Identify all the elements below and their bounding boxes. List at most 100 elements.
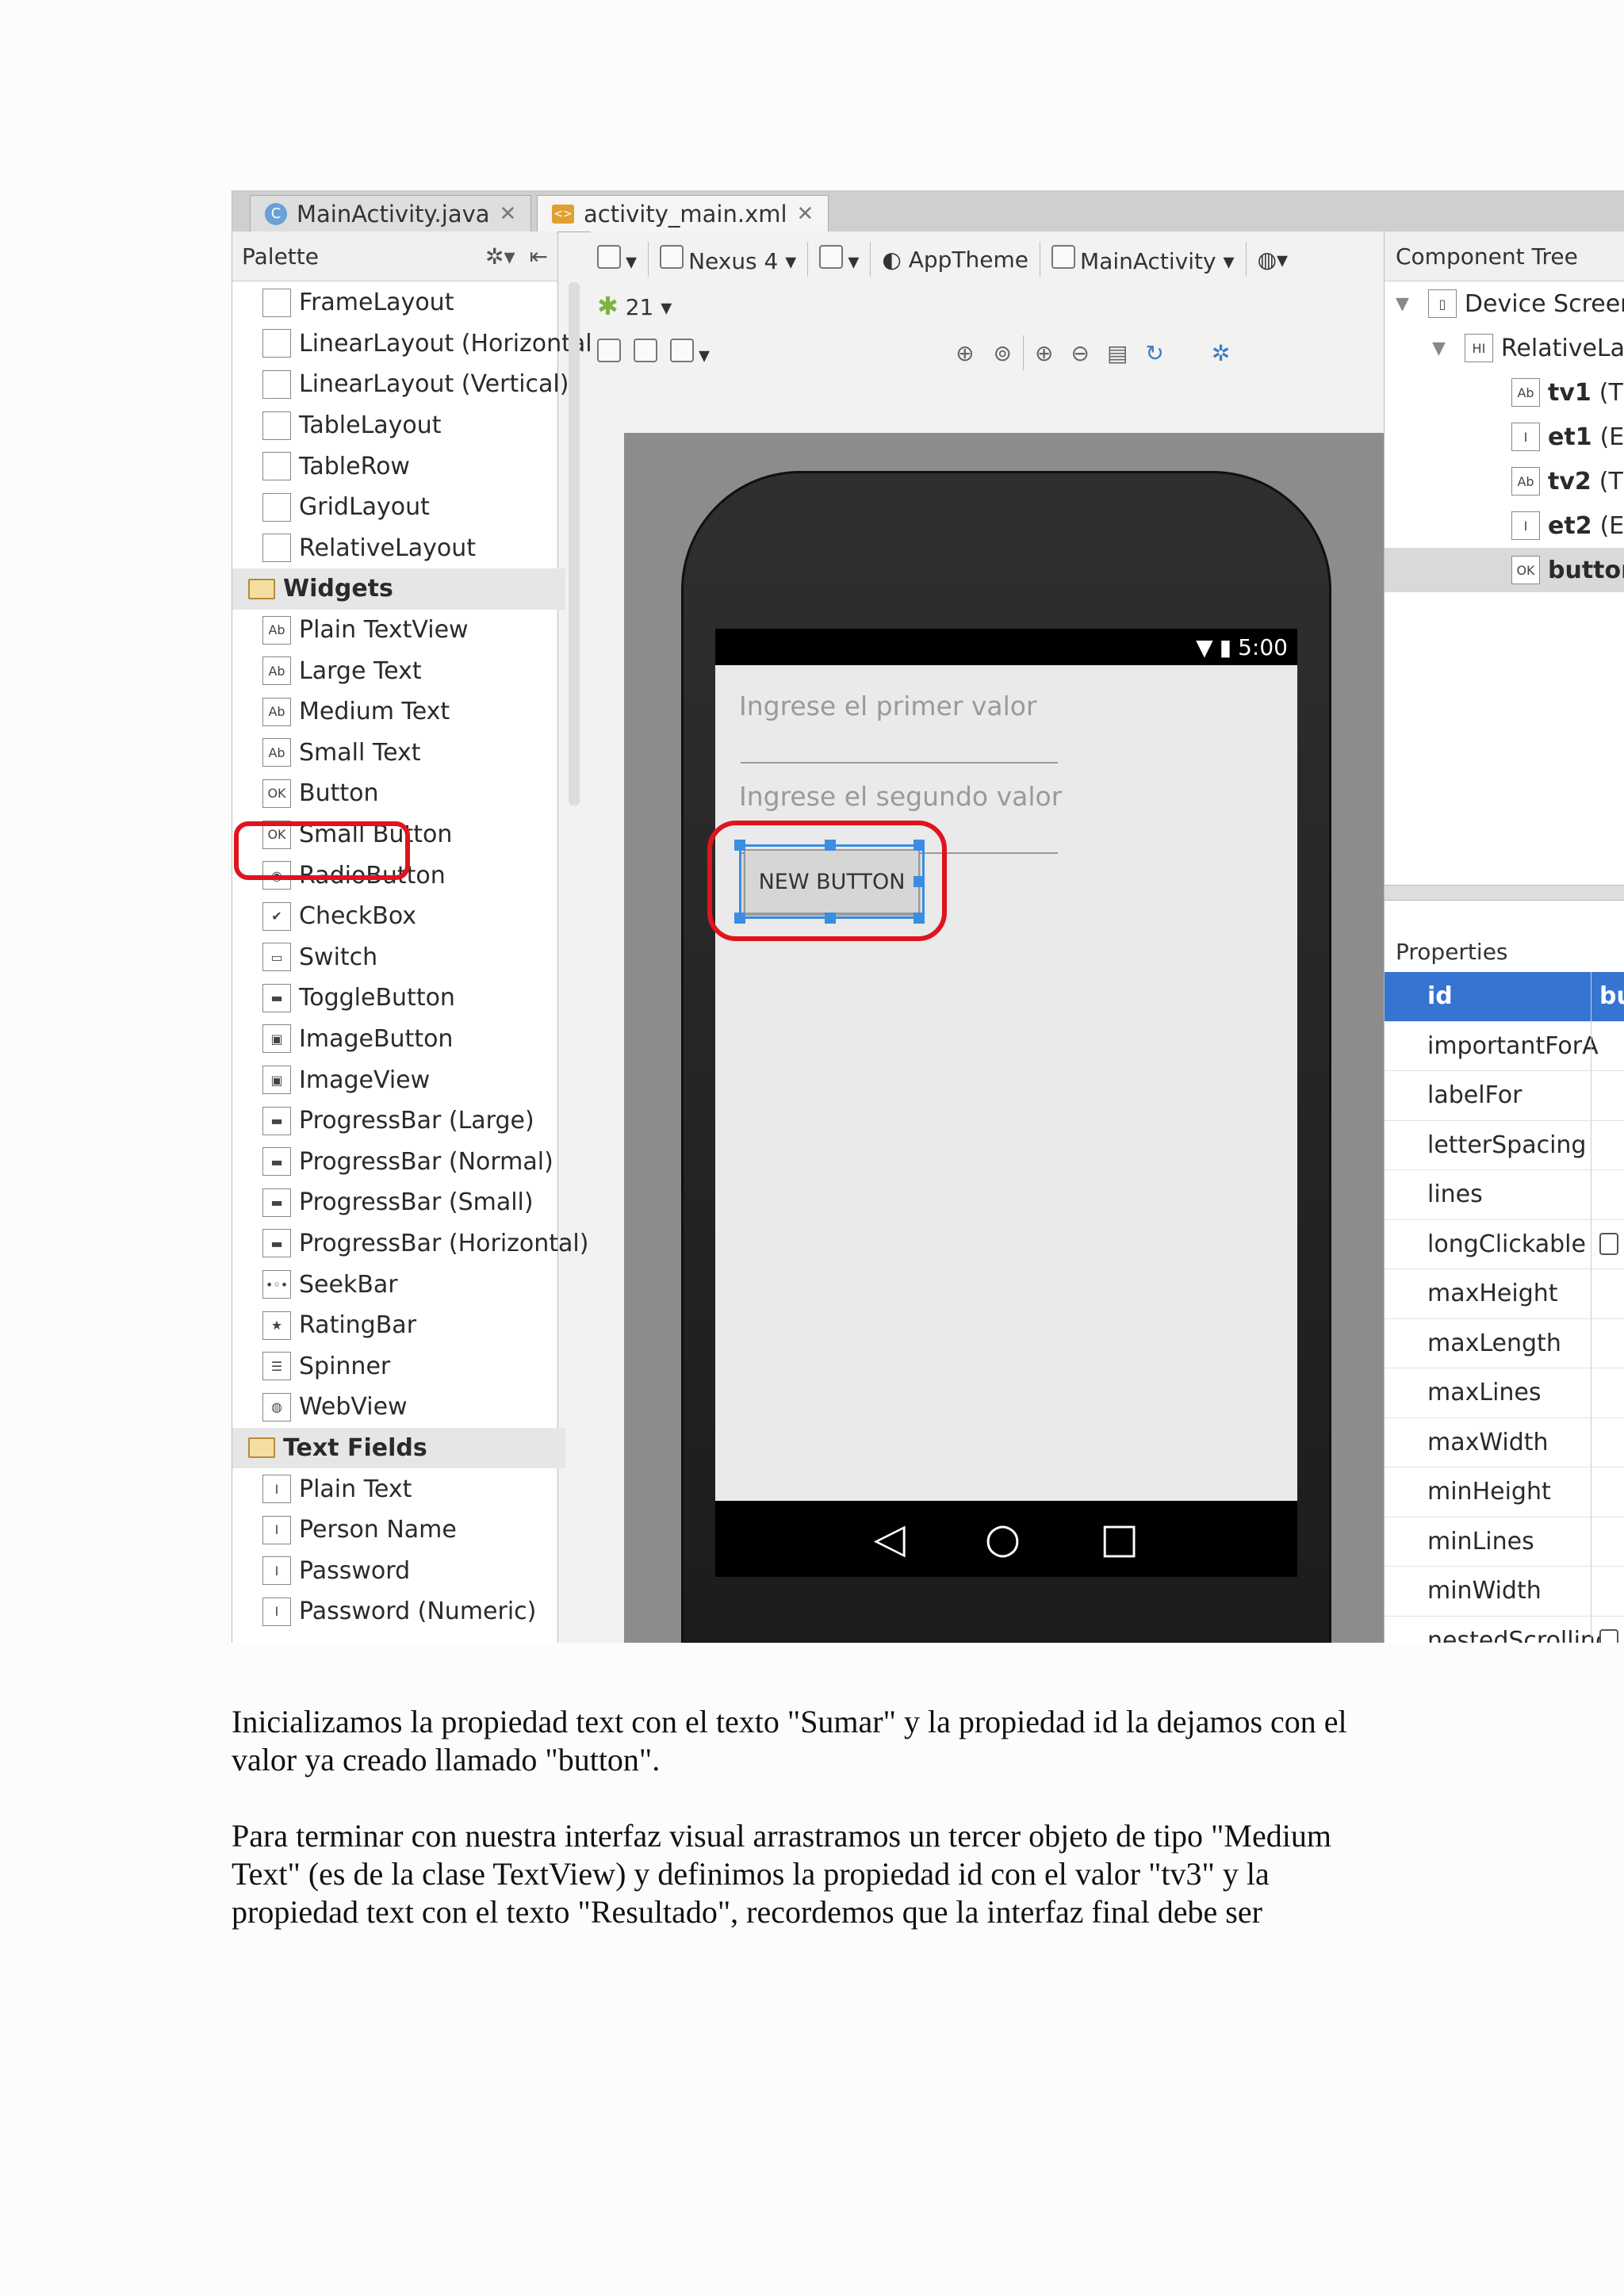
palette-item[interactable]: I Password (Numeric) [232, 1591, 565, 1632]
palette-item[interactable]: Ab Small Text [232, 733, 565, 774]
palette-item[interactable]: OK Button [232, 773, 565, 814]
palette-item[interactable]: ▣ ImageButton [232, 1019, 565, 1060]
tab-mainactivity-java[interactable]: C MainActivity.java ✕ [250, 195, 532, 232]
screenshot-icon[interactable]: ▤ [1107, 340, 1128, 366]
palette-item[interactable]: ★ RatingBar [232, 1305, 565, 1346]
zoom-in-icon[interactable]: ⊕ [1035, 340, 1053, 366]
property-value[interactable] [1591, 1120, 1624, 1169]
property-value[interactable] [1591, 1616, 1624, 1643]
palette-item[interactable]: I Plain Text [232, 1468, 565, 1510]
property-value[interactable] [1591, 1269, 1624, 1318]
expand-arrow-icon[interactable]: ▼ [1432, 339, 1446, 358]
palette-item[interactable]: •◦• SeekBar [232, 1264, 565, 1305]
property-row[interactable]: maxLength [1385, 1318, 1624, 1368]
palette-item[interactable]: ◍ WebView [232, 1387, 565, 1428]
device-selector[interactable]: Nexus 4 ▾ [660, 244, 796, 274]
panel-splitter[interactable] [1385, 885, 1624, 901]
palette-item[interactable]: TableLayout [232, 405, 565, 446]
tree-node[interactable]: Iet1 (Ec [1385, 415, 1624, 459]
palette-item[interactable]: ▣ ImageView [232, 1059, 565, 1100]
label-first-value[interactable]: Ingrese el primer valor [739, 691, 1037, 721]
property-row[interactable]: minWidth [1385, 1567, 1624, 1617]
property-value[interactable] [1591, 1418, 1624, 1467]
palette-scrollbar[interactable] [569, 282, 580, 806]
palette-item[interactable]: LinearLayout (Horizontal [232, 323, 592, 365]
property-row[interactable]: longClickable [1385, 1219, 1624, 1269]
zoom-actual-icon[interactable]: ⊚ [994, 340, 1012, 366]
tree-node[interactable]: ▼ ▯ Device Screen [1385, 281, 1624, 326]
refresh-icon[interactable]: ↻ [1145, 340, 1163, 366]
edittext-first-underline[interactable] [741, 762, 1058, 763]
palette-item[interactable]: ▬ ProgressBar (Large) [232, 1100, 565, 1142]
property-value[interactable] [1591, 1517, 1624, 1566]
tree-node[interactable]: OK buttor [1385, 548, 1624, 592]
palette-item[interactable]: FrameLayout [232, 282, 565, 323]
property-row[interactable]: maxHeight [1385, 1269, 1624, 1319]
palette-item[interactable]: ▬ ToggleButton [232, 978, 565, 1019]
palette-item[interactable]: ▬ ProgressBar (Horizontal) [232, 1223, 588, 1265]
close-icon[interactable]: ✕ [797, 202, 814, 226]
back-icon[interactable]: ◁ [874, 1515, 906, 1563]
tree-node[interactable]: Ab tv2 (T [1385, 459, 1624, 503]
fit-height-icon[interactable] [634, 338, 662, 368]
api-level-selector[interactable]: ✱ 21 ▾ [597, 291, 672, 321]
resize-icon[interactable]: ▾ [670, 338, 710, 368]
property-value[interactable] [1591, 1170, 1624, 1219]
property-value[interactable]: bu [1591, 972, 1624, 1021]
palette-item[interactable]: ▬ ProgressBar (Normal) [232, 1141, 565, 1182]
palette-category[interactable]: Text Fields [232, 1427, 565, 1469]
palette-item[interactable]: LinearLayout (Vertical) [232, 364, 569, 405]
palette-item[interactable]: Ab Plain TextView [232, 610, 565, 651]
property-value[interactable] [1591, 1368, 1624, 1418]
tree-node[interactable]: Ab tv1 (T [1385, 370, 1624, 415]
property-value[interactable] [1591, 1318, 1624, 1368]
zoom-fit-icon[interactable]: ⊕ [956, 340, 974, 366]
palette-item[interactable]: RelativeLayout [232, 528, 565, 569]
device-frame-icon[interactable]: ▾ [597, 244, 637, 274]
checkbox[interactable] [1599, 1629, 1618, 1643]
property-row[interactable]: labelFor [1385, 1071, 1624, 1121]
property-value[interactable] [1591, 1567, 1624, 1616]
palette-item[interactable]: ▭ Switch [232, 937, 565, 978]
theme-selector[interactable]: ◐ AppTheme [882, 247, 1028, 273]
collapse-icon[interactable]: ⇤ [530, 243, 548, 270]
zoom-out-icon[interactable]: ⊖ [1071, 340, 1089, 366]
property-row[interactable]: lines [1385, 1170, 1624, 1220]
palette-item[interactable]: ☰ Spinner [232, 1345, 565, 1387]
settings-gear-icon[interactable]: ✲ [1212, 340, 1230, 366]
palette-item[interactable]: I Password [232, 1550, 565, 1591]
tab-activity-main-xml[interactable]: <> activity_main.xml ✕ [537, 195, 829, 232]
palette-item[interactable]: GridLayout [232, 487, 565, 528]
close-icon[interactable]: ✕ [500, 202, 517, 226]
palette-item[interactable]: I Person Name [232, 1510, 565, 1551]
palette-item[interactable]: TableRow [232, 446, 565, 487]
orientation-icon[interactable]: ▾ [819, 244, 859, 274]
tree-node[interactable]: ▼ HIRelativeLay [1385, 326, 1624, 370]
palette-item[interactable]: ▬ ProgressBar (Small) [232, 1182, 565, 1223]
property-row[interactable]: letterSpacing [1385, 1120, 1624, 1170]
property-row[interactable]: maxLines [1385, 1368, 1624, 1418]
property-value[interactable] [1591, 1468, 1624, 1517]
home-icon[interactable]: ○ [985, 1515, 1021, 1563]
expand-arrow-icon[interactable]: ▼ [1396, 294, 1409, 314]
gear-icon[interactable]: ✲▾ [485, 243, 515, 270]
property-value[interactable] [1591, 1021, 1624, 1070]
tree-node[interactable]: Iet2 (Ec [1385, 503, 1624, 548]
palette-item[interactable]: Ab Medium Text [232, 691, 565, 733]
recents-icon[interactable]: □ [1100, 1515, 1139, 1563]
property-row[interactable]: nestedScrolling [1385, 1616, 1624, 1643]
property-value[interactable] [1591, 1219, 1624, 1269]
palette-item[interactable]: Ab Large Text [232, 650, 565, 691]
property-row[interactable]: id bu [1385, 972, 1624, 1022]
property-row[interactable]: minLines [1385, 1517, 1624, 1567]
checkbox[interactable] [1599, 1233, 1618, 1256]
palette-category[interactable]: Widgets [232, 568, 565, 610]
palette-item[interactable]: ✔ CheckBox [232, 896, 565, 937]
locale-globe-icon[interactable]: ◍▾ [1258, 247, 1289, 273]
property-row[interactable]: importantForA [1385, 1021, 1624, 1071]
label-second-value[interactable]: Ingrese el segundo valor [739, 781, 1062, 812]
property-row[interactable]: minHeight [1385, 1468, 1624, 1517]
fit-width-icon[interactable] [597, 338, 626, 368]
property-row[interactable]: maxWidth [1385, 1418, 1624, 1468]
property-value[interactable] [1591, 1071, 1624, 1120]
